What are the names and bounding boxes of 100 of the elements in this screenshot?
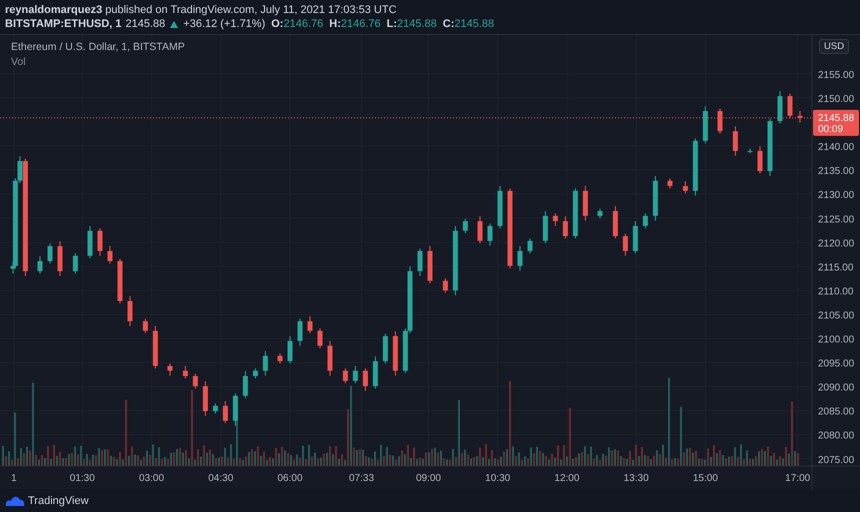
candle	[288, 336, 292, 364]
ohlc-label: O:	[271, 17, 284, 32]
x-tick-label: 15:00	[692, 473, 718, 484]
candle	[202, 380, 208, 416]
publish-info: reynaldomarquez3 published on TradingView.com, July 11, 2021 17:03:53 UTC	[5, 3, 398, 17]
candle	[262, 350, 268, 376]
price-change: +36.12 (+1.71%)	[183, 17, 266, 32]
candle	[48, 243, 52, 264]
x-tick-label: 06:00	[277, 473, 303, 484]
ohlc-label: H:	[329, 17, 341, 32]
x-tick-label: 13:30	[624, 473, 649, 484]
y-tick-label: 2100.00	[818, 334, 854, 346]
candle	[778, 90, 782, 124]
candle	[758, 146, 762, 174]
bar-countdown: 00:09	[818, 124, 844, 135]
y-tick-label: 2155.00	[818, 70, 854, 81]
last-price: 2145.88	[126, 17, 166, 32]
candle	[58, 240, 62, 276]
x-tick-label: 04:30	[208, 473, 234, 484]
candle	[362, 368, 368, 392]
candle	[392, 330, 398, 376]
candle	[428, 246, 432, 284]
candle	[652, 175, 658, 222]
candle	[552, 212, 558, 226]
candle	[498, 186, 502, 229]
candle	[528, 238, 532, 254]
y-tick-label: 2135.00	[818, 166, 854, 178]
candle	[788, 93, 792, 119]
x-tick-label: 12:00	[554, 473, 580, 484]
candle	[798, 110, 802, 124]
y-tick-label: 2125.00	[818, 214, 854, 226]
candle	[668, 178, 672, 189]
ohlc-value: 2145.88	[454, 17, 494, 32]
y-tick-label: 2120.00	[818, 238, 854, 250]
y-tick-label: 2150.00	[818, 94, 854, 106]
candle	[598, 208, 602, 219]
candle	[38, 256, 42, 274]
y-tick-label: 2130.00	[818, 190, 854, 202]
candle	[622, 233, 628, 256]
candle	[612, 206, 618, 239]
candle	[318, 328, 322, 349]
candle	[222, 400, 228, 424]
ohlc-value: 2146.76	[340, 17, 381, 32]
candle	[418, 248, 422, 276]
candle	[572, 188, 578, 239]
candle	[382, 333, 388, 364]
candle	[88, 225, 92, 259]
x-tick-label: 01:30	[70, 473, 95, 484]
candle	[168, 363, 172, 376]
candle	[692, 138, 698, 196]
y-tick-label: 2080.00	[818, 430, 854, 442]
x-tick-label: 1	[11, 473, 17, 484]
y-tick-label: 2085.00	[818, 406, 854, 418]
volume-label: Vol	[11, 55, 27, 70]
candle	[642, 212, 648, 229]
candle	[128, 296, 132, 327]
candle	[542, 210, 548, 244]
candle	[298, 318, 302, 346]
ohlc-value: 2145.88	[397, 17, 437, 32]
candle	[452, 225, 458, 296]
ohlc-label: L:	[386, 17, 398, 32]
candle	[328, 340, 332, 376]
candle	[152, 326, 158, 369]
x-tick-label: 03:00	[139, 473, 164, 484]
x-tick-label: 17:00	[785, 473, 810, 484]
candle	[98, 228, 102, 256]
y-tick-label: 2115.00	[818, 262, 854, 274]
candle	[352, 365, 358, 384]
candle	[682, 180, 688, 194]
currency-badge[interactable]: USD	[819, 39, 850, 54]
candle	[518, 246, 522, 272]
candle	[242, 370, 248, 399]
candle	[462, 218, 468, 234]
ohlc-value: 2146.76	[283, 17, 324, 32]
candle	[142, 318, 148, 334]
candle	[748, 148, 752, 154]
y-tick-label: 2090.00	[818, 382, 854, 394]
candle	[442, 278, 448, 294]
candle	[232, 392, 238, 426]
candle	[308, 316, 312, 334]
up-triangle-icon	[170, 21, 178, 28]
price-tag-value: 2145.88	[818, 112, 854, 124]
candle	[118, 258, 122, 304]
candle	[478, 216, 482, 244]
candle	[562, 216, 568, 239]
chart-title: Ethereum / U.S. Dollar, 1, BITSTAMP	[11, 40, 185, 55]
candle	[372, 356, 378, 390]
x-tick-label: 09:00	[416, 473, 441, 484]
candle	[732, 126, 738, 156]
candle	[252, 368, 258, 379]
candle	[632, 220, 638, 254]
y-tick-label: 2110.00	[818, 286, 854, 298]
brand-name: TradingView	[28, 494, 89, 506]
x-tick-label: 07:33	[349, 473, 374, 484]
candle	[768, 118, 772, 176]
candle	[278, 352, 282, 364]
candle	[212, 402, 218, 414]
y-tick-label: 2075.00	[818, 454, 854, 466]
candle	[582, 186, 588, 222]
ohlc-label: C:	[442, 17, 454, 32]
